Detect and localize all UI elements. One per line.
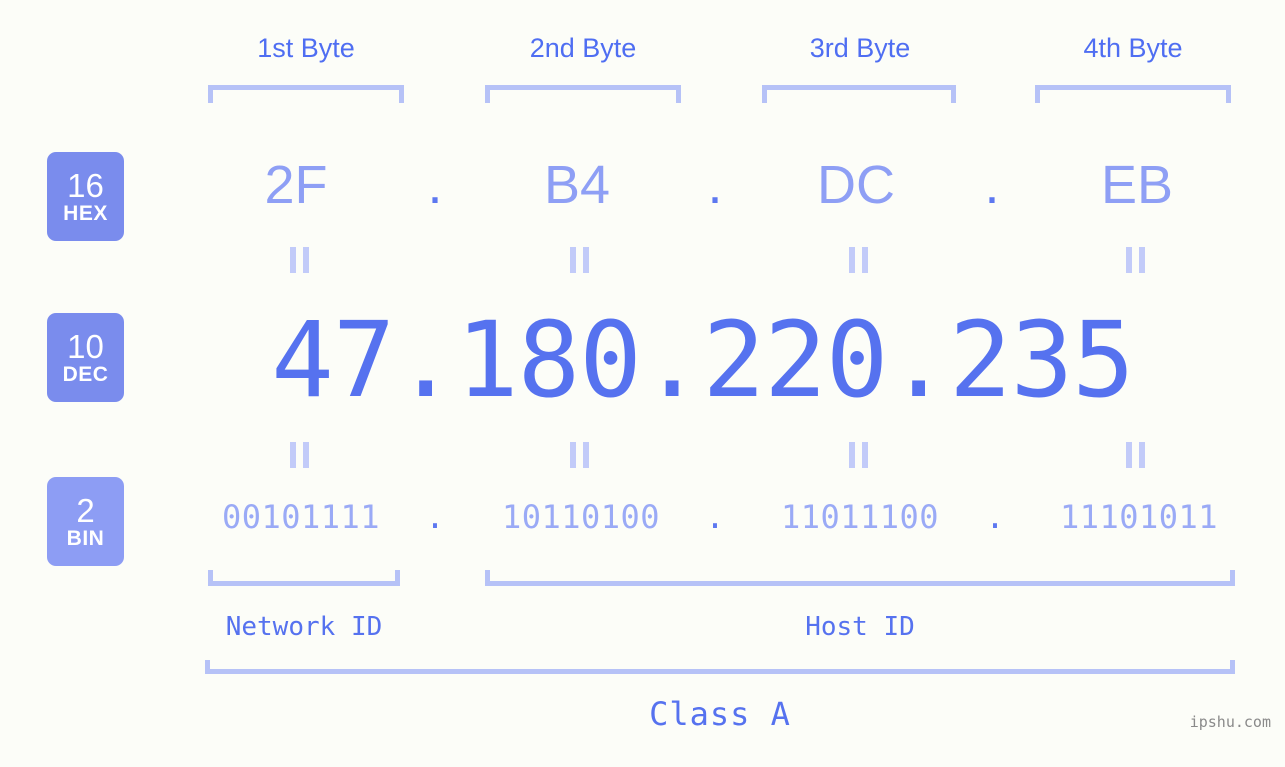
hex-octet-3: DC (817, 155, 895, 215)
byte-bracket-1 (208, 85, 404, 103)
hex-separator-1: . (427, 155, 443, 215)
base-badge-hex: 16 HEX (47, 152, 124, 241)
equals-mark-dec-bin-4 (1122, 442, 1148, 468)
equals-mark-dec-bin-1 (286, 442, 312, 468)
hex-separator-3: . (984, 155, 1000, 215)
equals-mark-hex-dec-2 (566, 247, 592, 273)
network-id-label: Network ID (225, 612, 383, 642)
decimal-ip-address: 47.180.220.235 (271, 299, 1135, 421)
network-id-bracket (208, 570, 400, 586)
equals-mark-hex-dec-4 (1122, 247, 1148, 273)
host-id-bracket (485, 570, 1235, 586)
byte-bracket-4 (1035, 85, 1231, 103)
binary-octet-3: 11011100 (780, 498, 940, 536)
base-badge-bin-name: BIN (66, 526, 105, 550)
hex-octet-4: EB (1100, 155, 1174, 215)
host-id-label: Host ID (805, 612, 915, 642)
base-badge-bin: 2 BIN (47, 477, 124, 566)
base-badge-bin-number: 2 (76, 491, 95, 529)
hex-octet-1: 2F (264, 155, 328, 215)
binary-separator-1: . (425, 498, 445, 536)
byte-bracket-2 (485, 85, 681, 103)
base-badge-dec: 10 DEC (47, 313, 124, 402)
byte-header-1: 1st Byte (257, 33, 355, 63)
equals-mark-dec-bin-2 (566, 442, 592, 468)
equals-mark-hex-dec-3 (845, 247, 871, 273)
byte-header-3: 3rd Byte (809, 33, 911, 63)
binary-octet-4: 11101011 (1059, 498, 1219, 536)
class-bracket (205, 660, 1235, 674)
hex-octet-2: B4 (543, 155, 611, 215)
base-badge-hex-number: 16 (67, 166, 104, 204)
binary-separator-2: . (705, 498, 725, 536)
equals-mark-hex-dec-1 (286, 247, 312, 273)
class-label: Class A (649, 695, 791, 733)
binary-octet-2: 10110100 (501, 498, 661, 536)
binary-octet-1: 00101111 (221, 498, 381, 536)
binary-separator-3: . (985, 498, 1005, 536)
base-badge-dec-number: 10 (67, 327, 104, 365)
byte-header-4: 4th Byte (1083, 33, 1183, 63)
site-watermark: ipshu.com (1189, 713, 1271, 731)
base-badge-dec-name: DEC (62, 362, 109, 386)
hex-separator-2: . (707, 155, 723, 215)
byte-header-2: 2nd Byte (529, 33, 637, 63)
ip-address-breakdown-diagram: 1st Byte 2nd Byte 3rd Byte 4th Byte 16 H… (0, 0, 1285, 767)
base-badge-hex-name: HEX (63, 201, 108, 225)
equals-mark-dec-bin-3 (845, 442, 871, 468)
byte-bracket-3 (762, 85, 956, 103)
